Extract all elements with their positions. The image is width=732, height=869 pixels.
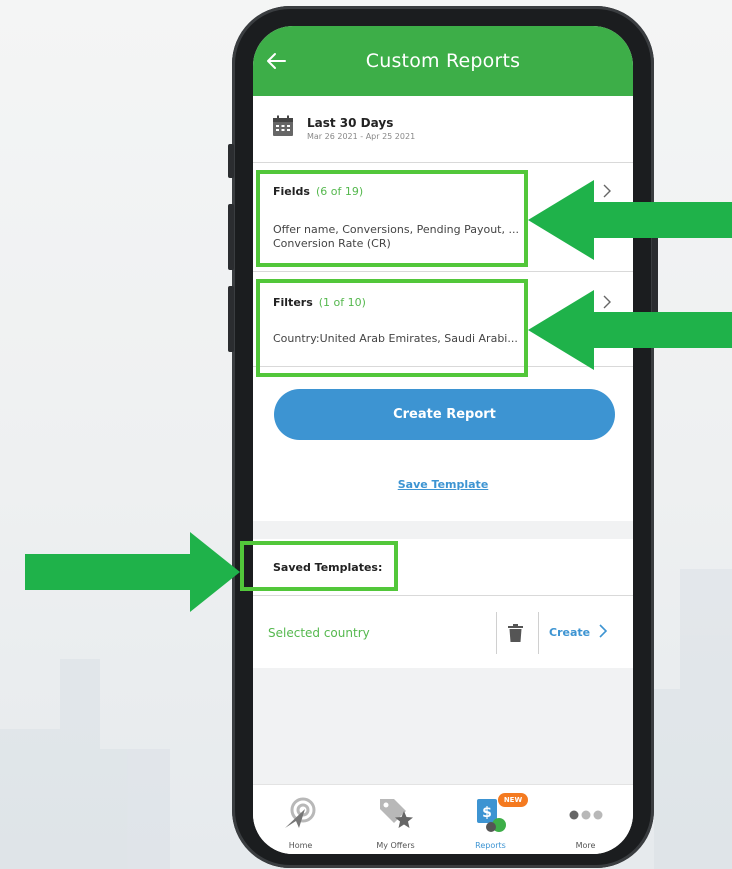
template-name[interactable]: Selected country: [268, 626, 370, 640]
saved-templates-highlight-box: [240, 541, 398, 591]
arrow-left-icon: [528, 290, 732, 370]
app-header: Custom Reports: [253, 26, 633, 96]
more-icon: [569, 810, 602, 820]
bottom-navigation: Home My Offers $ Reports NEW More: [253, 784, 633, 854]
date-range-label: Last 30 Days: [307, 116, 394, 130]
date-range-selector[interactable]: Last 30 Days Mar 26 2021 - Apr 25 2021: [253, 96, 633, 163]
template-create-button[interactable]: Create: [549, 626, 590, 639]
nav-home[interactable]: Home: [253, 785, 348, 854]
page-title: Custom Reports: [365, 50, 521, 72]
filters-highlight-box: [256, 279, 528, 377]
offers-icon: [379, 799, 413, 828]
chevron-right-icon[interactable]: [598, 623, 608, 639]
app-screen: Custom Reports Last 30 Days Mar 26 2021 …: [253, 26, 633, 854]
arrow-right-icon: [25, 532, 240, 612]
nav-home-label: Home: [288, 841, 313, 850]
section-divider: [253, 521, 633, 539]
nav-my-offers[interactable]: My Offers: [348, 785, 443, 854]
save-template-link[interactable]: Save Template: [253, 478, 633, 491]
arrow-left-icon: [528, 180, 732, 260]
trash-icon[interactable]: [508, 624, 523, 642]
divider: [496, 612, 497, 654]
date-range-dates: Mar 26 2021 - Apr 25 2021: [307, 132, 416, 141]
template-row[interactable]: Selected country Create: [253, 596, 633, 668]
new-badge: NEW: [498, 793, 528, 807]
divider: [538, 612, 539, 654]
fields-highlight-box: [256, 170, 528, 267]
empty-area: [253, 668, 633, 784]
nav-my-offers-label: My Offers: [376, 841, 415, 850]
home-icon: [284, 797, 315, 828]
nav-reports-label: Reports: [475, 841, 506, 850]
phone-frame: Custom Reports Last 30 Days Mar 26 2021 …: [228, 6, 658, 868]
nav-more[interactable]: More: [538, 785, 633, 854]
nav-more-label: More: [575, 841, 596, 850]
svg-text:$: $: [482, 805, 492, 821]
create-report-button[interactable]: Create Report: [274, 389, 615, 440]
calendar-icon: [273, 115, 293, 136]
